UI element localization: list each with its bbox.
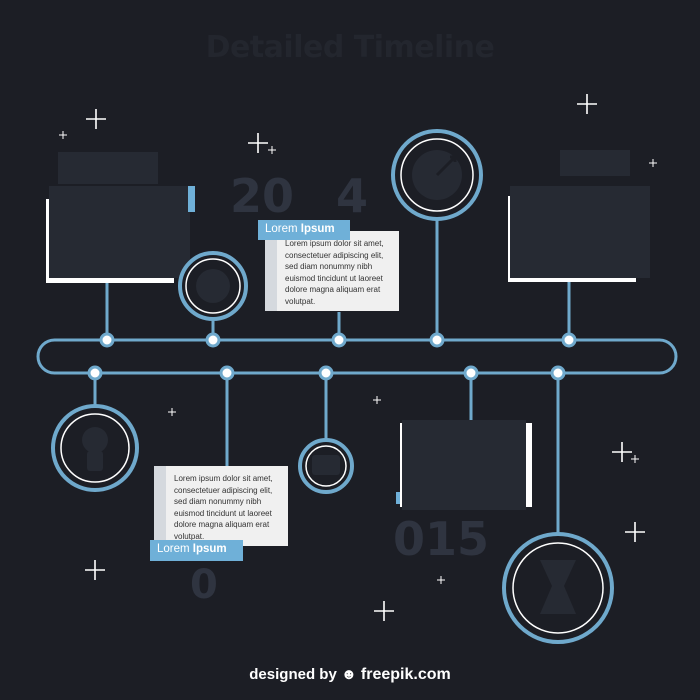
panel-top-left (46, 186, 195, 283)
freepik-logo-icon: ☻ (340, 666, 361, 683)
year-bottom-right: 015 (393, 512, 490, 566)
designer-credit: designed by ☻ freepik.com (0, 666, 700, 684)
timeline-track (36, 338, 678, 375)
tag-label-bold: Ipsum (192, 543, 227, 555)
year-top-prefix: 20 (230, 169, 295, 223)
info-tag-top: Lorem Ipsum (258, 220, 350, 240)
info-tag-bottom: Lorem Ipsum (150, 540, 243, 561)
hourglass-icon (502, 532, 614, 644)
year-top-digit: 4 (336, 169, 369, 223)
chat-icon (298, 438, 354, 494)
tag-label-regular: Lorem (157, 543, 193, 555)
info-card-bottom: Lorem ipsum dolor sit amet, consectetuer… (166, 466, 288, 546)
panel-top-right (508, 186, 650, 282)
info-card-top: Lorem ipsum dolor sit amet, consectetuer… (277, 231, 399, 311)
credit-prefix: designed by (249, 666, 341, 683)
year-bottom-left: 0 (190, 562, 218, 608)
credit-brand: freepik.com (360, 666, 451, 683)
lightbulb-icon (51, 404, 139, 492)
apple-icon (178, 251, 248, 321)
timeline-infographic: Detailed Timeline 20 4 015 0 Lorem ipsum… (0, 0, 700, 700)
timeline-graphic (36, 94, 678, 644)
panel-bottom-right (396, 420, 532, 510)
dart-icon (391, 129, 483, 221)
tag-label-bold: Ipsum (300, 223, 335, 235)
tag-label-regular: Lorem (265, 223, 301, 235)
year-top: 20 (230, 173, 294, 219)
